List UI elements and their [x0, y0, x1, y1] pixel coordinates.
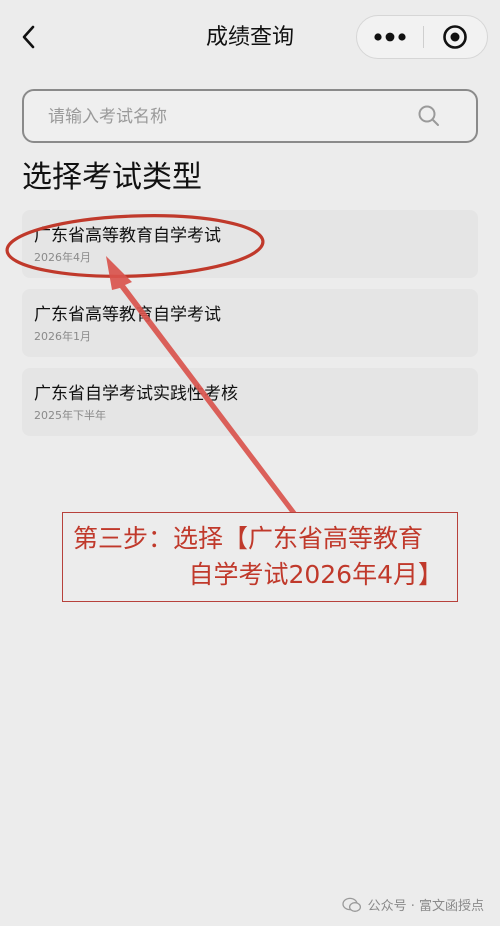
- page-title: 成绩查询: [205, 25, 294, 50]
- search-input[interactable]: [48, 104, 408, 130]
- close-button[interactable]: [424, 16, 488, 58]
- section-title: 选择考试类型: [22, 160, 202, 195]
- exam-card-gd-2026-04[interactable]: 广东省高等教育自学考试 2026年4月: [22, 210, 478, 278]
- wechat-icon: [341, 897, 361, 912]
- exam-date: 2025年下半年: [34, 409, 106, 422]
- back-button[interactable]: [12, 20, 46, 54]
- callout-text-line1: 第三步：选择【广东省高等教育: [73, 524, 424, 553]
- watermark: 公众号 · 富文函授点: [341, 895, 484, 914]
- exam-name: 广东省高等教育自学考试: [34, 226, 221, 246]
- exam-card-gd-2026-01[interactable]: 广东省高等教育自学考试 2026年1月: [22, 289, 478, 357]
- more-dots-icon: [374, 32, 406, 42]
- screen: 成绩查询 选择考试类型: [0, 0, 500, 926]
- exam-list: 广东省高等教育自学考试 2026年4月 广东省高等教育自学考试 2026年1月 …: [22, 210, 478, 447]
- exam-card-practice-2025[interactable]: 广东省自学考试实践性考核 2025年下半年: [22, 368, 478, 436]
- search-box: [22, 89, 478, 143]
- watermark-text: 公众号 · 富文函授点: [367, 899, 484, 914]
- mini-program-capsule: [356, 15, 488, 59]
- exam-date: 2026年1月: [34, 330, 91, 343]
- callout-text-line2: 自学考试2026年4月】: [188, 560, 443, 589]
- navbar: 成绩查询: [0, 0, 500, 76]
- exam-name: 广东省高等教育自学考试: [34, 305, 221, 325]
- target-close-icon: [443, 25, 468, 49]
- exam-name: 广东省自学考试实践性考核: [34, 384, 238, 404]
- annotation-callout: 第三步：选择【广东省高等教育 自学考试2026年4月】: [62, 512, 458, 602]
- exam-date: 2026年4月: [34, 251, 91, 264]
- search-icon[interactable]: [416, 103, 442, 129]
- more-button[interactable]: [357, 16, 423, 58]
- chevron-left-icon: [22, 25, 35, 49]
